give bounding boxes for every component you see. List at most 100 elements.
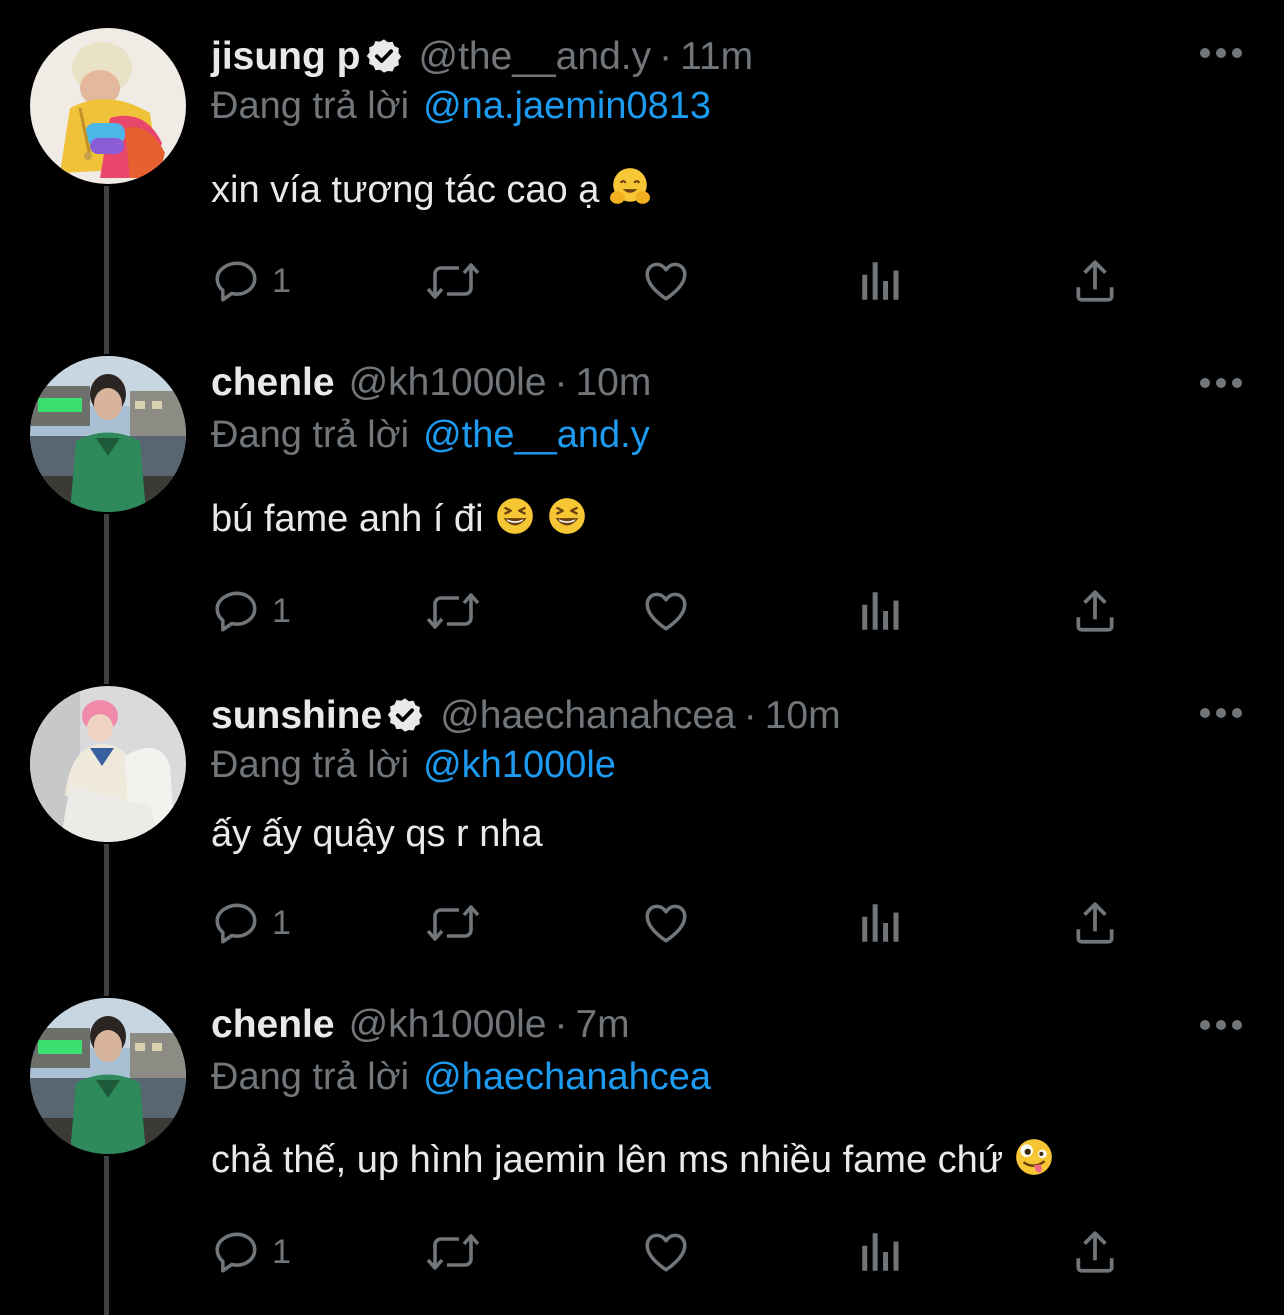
analytics-button[interactable] [858,1222,904,1282]
separator-dot: · [554,361,568,404]
tweet-text: chả thế, up hình jaemin lên ms nhiều fam… [211,1136,1055,1184]
share-icon [1076,590,1114,632]
grinning-squinting-face-emoji [548,498,585,534]
tweet-text: xin vía tương tác cao ạ [211,166,651,214]
more-options-icon[interactable] [1198,373,1244,393]
reply-icon [215,261,257,302]
replying-to: Đang trả lời @kh1000le [211,741,616,789]
analytics-icon [862,262,899,300]
display-name[interactable]: jisung p [211,35,361,78]
tweet[interactable]: sunshine @haechanahcea · 10m Đang trả lời @k… [0,660,1284,972]
reply-count: 1 [272,1232,291,1271]
share-button[interactable] [1070,893,1120,953]
tweet-text-content: ấy ấy quậy qs r nha [211,813,543,855]
tweet-header: jisung p @the__and.y · 11m [211,33,753,81]
timestamp[interactable]: 11m [680,35,753,78]
share-button[interactable] [1070,1222,1120,1282]
tweet-text-content: chả thế, up hình jaemin lên ms nhiều fam… [211,1139,1004,1181]
heart-icon [645,1233,687,1272]
user-handle[interactable]: @kh1000le [349,361,547,404]
retweet-button[interactable] [425,1222,481,1282]
reply-prefix: Đang trả lời [211,85,410,127]
reply-count: 1 [272,903,291,942]
share-button[interactable] [1070,581,1120,641]
more-options-icon[interactable] [1198,1015,1244,1035]
tweet-header: chenle @kh1000le · 10m [211,359,651,407]
share-icon [1076,260,1114,302]
mention-link[interactable]: @na.jaemin0813 [423,85,711,127]
separator-dot: · [659,35,673,78]
reply-icon [215,903,257,944]
timestamp[interactable]: 10m [765,694,841,737]
share-icon [1076,1231,1114,1273]
reply-prefix: Đang trả lời [211,744,410,786]
tweet-text-content: bú fame anh í đi [211,498,484,540]
replying-to: Đang trả lời @haechanahcea [211,1053,711,1101]
timestamp[interactable]: 10m [575,361,651,404]
reply-icon [215,1232,257,1273]
reply-button[interactable]: 1 [212,251,291,311]
display-name[interactable]: chenle [211,361,335,404]
tweet[interactable]: chenle @kh1000le · 7m Đang trả lời @haechana… [0,972,1284,1315]
heart-icon [645,904,687,943]
heart-icon [645,592,687,631]
avatar[interactable] [30,28,186,184]
user-handle[interactable]: @haechanahcea [440,694,736,737]
tweet-actions: 1 [0,581,1284,641]
reply-count: 1 [272,591,291,630]
verified-badge-icon [387,698,423,732]
more-options-icon[interactable] [1198,703,1244,723]
more-options-icon[interactable] [1198,43,1244,63]
replying-to: Đang trả lời @the__and.y [211,411,650,459]
replying-to: Đang trả lời @na.jaemin0813 [211,82,711,130]
mention-link[interactable]: @the__and.y [423,414,650,456]
reply-button[interactable]: 1 [212,581,291,641]
like-button[interactable] [640,581,692,641]
timestamp[interactable]: 7m [575,1003,629,1046]
display-name[interactable]: sunshine [211,694,382,737]
retweet-icon [426,905,480,941]
avatar[interactable] [30,686,186,842]
mention-link[interactable]: @haechanahcea [423,1056,711,1098]
share-icon [1076,902,1114,944]
avatar[interactable] [30,998,186,1154]
analytics-icon [862,1233,899,1271]
like-button[interactable] [640,251,692,311]
zany-face-emoji [1016,1139,1053,1175]
retweet-button[interactable] [425,581,481,641]
separator-dot: · [554,1003,568,1046]
reply-prefix: Đang trả lời [211,414,410,456]
like-button[interactable] [640,1222,692,1282]
reply-button[interactable]: 1 [212,1222,291,1282]
analytics-button[interactable] [858,893,904,953]
like-button[interactable] [640,893,692,953]
tweet[interactable]: jisung p @the__and.y · 11m Đang trả lời @na.… [0,0,1284,330]
display-name[interactable]: chenle [211,1003,335,1046]
analytics-icon [862,904,899,942]
analytics-button[interactable] [858,581,904,641]
reply-prefix: Đang trả lời [211,1056,410,1098]
analytics-icon [862,592,899,630]
tweet-text: ấy ấy quậy qs r nha [211,810,543,858]
separator-dot: · [743,694,757,737]
hugging-face-emoji [610,168,651,204]
tweet-header: chenle @kh1000le · 7m [211,1001,630,1049]
grinning-squinting-face-emoji [496,498,533,534]
tweet-actions: 1 [0,1222,1284,1282]
retweet-button[interactable] [425,251,481,311]
retweet-icon [426,1234,480,1270]
reply-count: 1 [272,261,291,300]
tweet-actions: 1 [0,893,1284,953]
retweet-icon [426,593,480,629]
avatar[interactable] [30,356,186,512]
analytics-button[interactable] [858,251,904,311]
user-handle[interactable]: @kh1000le [349,1003,547,1046]
tweet-actions: 1 [0,251,1284,311]
tweet-header: sunshine @haechanahcea · 10m [211,692,841,740]
share-button[interactable] [1070,251,1120,311]
user-handle[interactable]: @the__and.y [419,35,652,78]
tweet[interactable]: chenle @kh1000le · 10m Đang trả lời @the__an… [0,330,1284,660]
reply-button[interactable]: 1 [212,893,291,953]
retweet-button[interactable] [425,893,481,953]
mention-link[interactable]: @kh1000le [423,744,616,786]
